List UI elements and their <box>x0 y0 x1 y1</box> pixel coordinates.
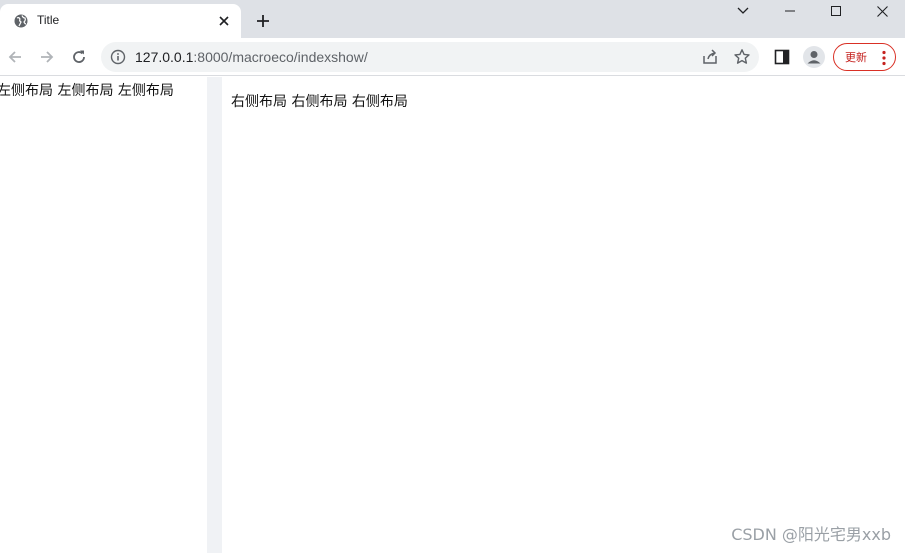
bookmark-star-icon[interactable] <box>733 48 751 66</box>
page-viewport: 左侧布局 左侧布局 左侧布局 右侧布局 右侧布局 右侧布局 CSDN @阳光宅男… <box>0 77 905 553</box>
side-panel-icon[interactable] <box>774 49 790 65</box>
update-button[interactable]: 更新 <box>833 43 896 71</box>
address-bar[interactable]: 127.0.0.1:8000/macroeco/indexshow/ <box>101 42 759 72</box>
update-label: 更新 <box>845 51 867 64</box>
right-layout-pane: 右侧布局 右侧布局 右侧布局 <box>222 77 905 553</box>
more-menu-icon <box>882 50 886 66</box>
share-icon[interactable] <box>701 48 719 66</box>
profile-avatar-icon[interactable] <box>803 46 825 68</box>
right-layout-text: 右侧布局 右侧布局 右侧布局 <box>231 94 408 110</box>
back-arrow-icon[interactable] <box>3 45 27 69</box>
maximize-icon[interactable] <box>813 0 859 22</box>
left-layout-text: 左侧布局 左侧布局 左侧布局 <box>0 83 174 99</box>
left-layout-pane: 左侧布局 左侧布局 左侧布局 <box>0 77 207 553</box>
browser-tab[interactable]: Title <box>0 4 241 38</box>
close-window-icon[interactable] <box>859 0 905 22</box>
site-info-icon[interactable] <box>110 49 126 65</box>
url-host: 127.0.0.1 <box>135 49 194 65</box>
tab-strip: Title <box>0 0 905 38</box>
tab-search-icon[interactable] <box>720 0 766 22</box>
globe-icon <box>14 14 28 28</box>
minimize-icon[interactable] <box>767 0 813 22</box>
close-tab-icon[interactable] <box>216 13 232 29</box>
forward-arrow-icon[interactable] <box>35 45 59 69</box>
new-tab-icon[interactable] <box>253 11 273 31</box>
csdn-watermark: CSDN @阳光宅男xxb <box>731 525 891 544</box>
reload-icon[interactable] <box>67 45 91 69</box>
browser-toolbar: 127.0.0.1:8000/macroeco/indexshow/ 更新 <box>0 38 905 76</box>
tab-title: Title <box>37 13 60 27</box>
pane-splitter[interactable] <box>207 77 222 553</box>
url-path: :8000/macroeco/indexshow/ <box>193 49 368 65</box>
url-text: 127.0.0.1:8000/macroeco/indexshow/ <box>135 49 368 65</box>
